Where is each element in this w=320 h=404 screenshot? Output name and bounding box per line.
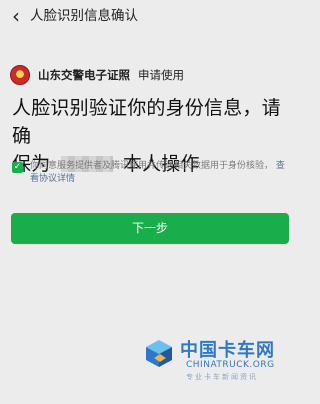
chevron-left-icon[interactable]: ‹ [6, 4, 26, 28]
cube-logo-icon [146, 340, 172, 367]
next-step-button[interactable]: 下一步 [11, 213, 289, 244]
watermark-sub: 专业卡车新闻资讯 [186, 373, 258, 381]
watermark: 中国卡车网 CHINATRUCK.ORG 专业卡车新闻资讯 [140, 330, 300, 404]
police-badge-icon [10, 65, 30, 85]
app-name: 山东交警电子证照 [38, 68, 130, 82]
agreement-checkbox[interactable]: ✓ [12, 162, 23, 173]
watermark-en: CHINATRUCK.ORG [186, 360, 275, 370]
app-action: 申请使用 [138, 68, 184, 82]
agreement-text: 你同意服务提供者及腾讯使用并传送相关数据用于身份核验， 查看协议详情 [30, 160, 292, 186]
headline-line-1: 人脸识别验证你的身份信息，请确 [12, 97, 281, 147]
header: ‹ 人脸识别信息确认 [0, 0, 300, 34]
agreement-body: 你同意服务提供者及腾讯使用并传送相关数据用于身份核验， [30, 161, 274, 171]
app-row: 山东交警电子证照 申请使用 [10, 64, 184, 86]
watermark-cn: 中国卡车网 [180, 340, 275, 361]
agreement-row: ✓ 你同意服务提供者及腾讯使用并传送相关数据用于身份核验， 查看协议详情 [12, 160, 292, 192]
page-title: 人脸识别信息确认 [30, 8, 138, 24]
